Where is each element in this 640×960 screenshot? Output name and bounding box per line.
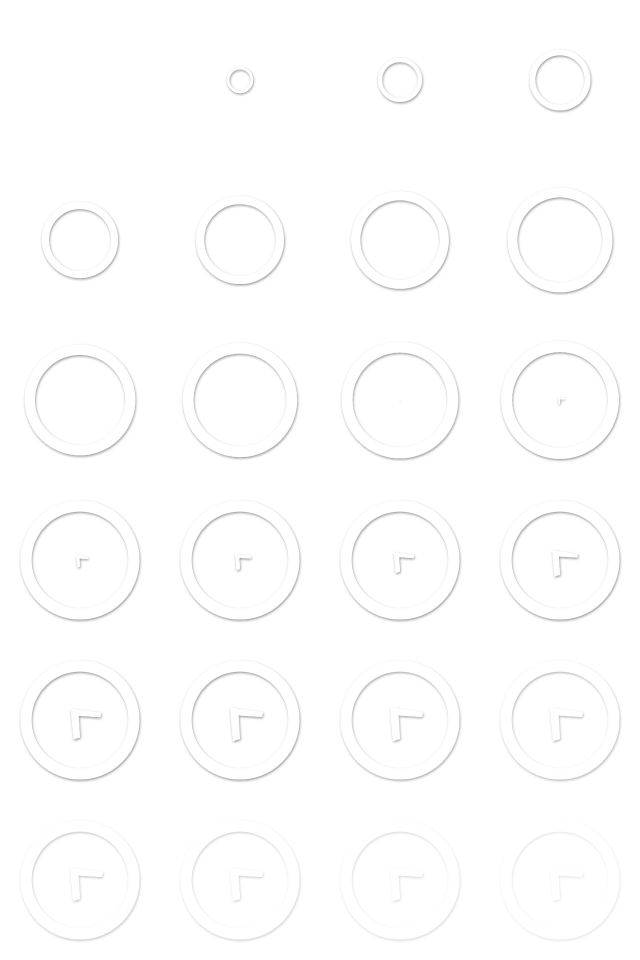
clock-ring [507, 187, 613, 293]
clock-frame [480, 480, 640, 640]
clock-frame [0, 160, 160, 320]
clock-frame [160, 160, 320, 320]
clock-ring [180, 500, 300, 620]
clock-ring [20, 500, 140, 620]
clock-icon [340, 820, 460, 940]
clock-frame [0, 640, 160, 800]
clock-icon [20, 820, 140, 940]
clock-hands [393, 552, 415, 574]
clock-ring [182, 342, 298, 458]
clock-ring [500, 660, 620, 780]
clock-ring [377, 57, 423, 103]
clock-frame [0, 480, 160, 640]
clock-hands [552, 550, 578, 577]
clock-icon [529, 49, 591, 111]
clock-ring [341, 341, 459, 459]
clock-ring [340, 820, 460, 940]
clock-icon [41, 201, 119, 279]
clock-hands [235, 554, 252, 571]
clock-frame [320, 0, 480, 160]
clock-frame [320, 640, 480, 800]
clock-icon [501, 341, 619, 459]
clock-frame [480, 0, 640, 160]
clock-ring [180, 820, 300, 940]
clock-frame [0, 0, 160, 160]
clock-icon [0, 0, 160, 160]
clock-hands [558, 397, 565, 405]
clock-icon [226, 66, 254, 94]
clock-ring [20, 660, 140, 780]
clock-ring [529, 49, 591, 111]
clock-hands [230, 708, 263, 741]
clock-icon [195, 195, 285, 285]
clock-ring [180, 660, 300, 780]
clock-icon [351, 191, 449, 289]
clock-frame [480, 640, 640, 800]
clock-ring [226, 66, 254, 94]
clock-ring [500, 500, 620, 620]
clock-frame [480, 320, 640, 480]
clock-icon [500, 660, 620, 780]
clock-hands [390, 708, 423, 741]
clock-icon [24, 344, 136, 456]
clock-frame [160, 0, 320, 160]
clock-icon [500, 820, 620, 940]
clock-hands [70, 708, 102, 740]
clock-icon [340, 660, 460, 780]
clock-frame [160, 640, 320, 800]
clock-ring [500, 820, 620, 940]
clock-ring [340, 660, 460, 780]
clock-icon [180, 500, 300, 620]
clock-sprite-sheet [0, 0, 640, 960]
clock-hands [550, 708, 583, 741]
clock-frame [160, 320, 320, 480]
clock-ring [41, 201, 119, 279]
clock-frame [0, 800, 160, 960]
clock-frame [160, 800, 320, 960]
clock-icon [341, 341, 459, 459]
clock-icon [340, 500, 460, 620]
clock-ring [195, 195, 285, 285]
clock-ring [501, 341, 619, 459]
clock-icon [20, 500, 140, 620]
clock-frame [320, 480, 480, 640]
clock-hands [550, 868, 583, 901]
clock-hands [390, 868, 423, 901]
clock-ring [351, 191, 449, 289]
clock-icon [20, 660, 140, 780]
clock-icon [377, 57, 423, 103]
clock-hands [230, 868, 263, 901]
clock-frame [480, 160, 640, 320]
clock-icon [180, 820, 300, 940]
clock-icon [182, 342, 298, 458]
clock-hands [70, 868, 103, 901]
clock-icon [507, 187, 613, 293]
clock-frame [320, 800, 480, 960]
clock-frame [320, 320, 480, 480]
clock-frame [160, 480, 320, 640]
clock-ring [340, 500, 460, 620]
clock-ring [20, 820, 140, 940]
clock-icon [180, 660, 300, 780]
clock-hands [399, 399, 401, 401]
clock-icon [500, 500, 620, 620]
clock-frame [320, 160, 480, 320]
clock-ring [24, 344, 136, 456]
clock-hands [76, 555, 89, 568]
clock-frame [480, 800, 640, 960]
clock-frame [0, 320, 160, 480]
